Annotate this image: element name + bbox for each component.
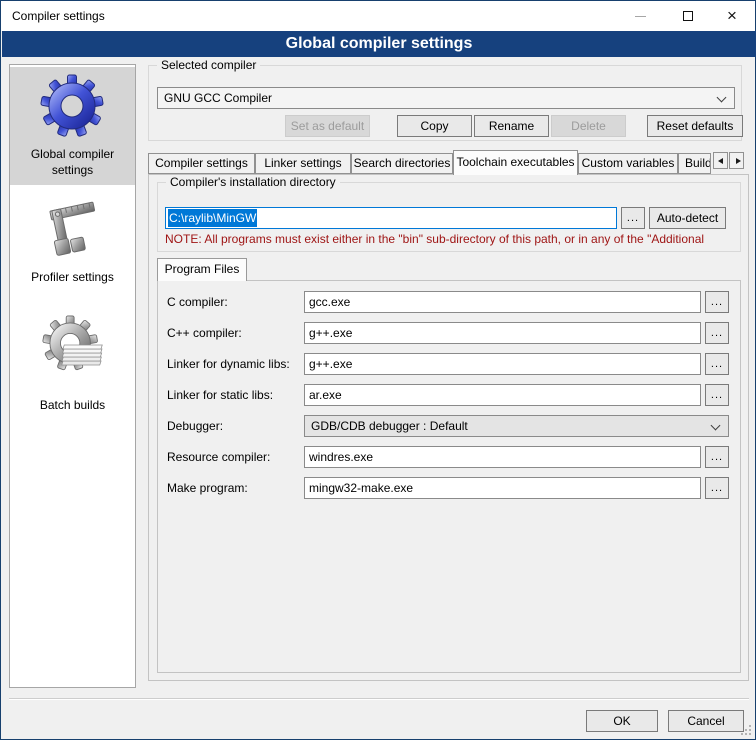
selected-text: C:\raylib\MinGW [168,209,257,227]
caliper-icon [40,197,104,261]
sidebar-item-label: Global compiler settings [10,146,135,178]
make-program-browse-button[interactable]: ... [705,477,729,499]
c-compiler-label: C compiler: [167,295,228,309]
browse-directory-button[interactable]: ... [621,207,645,229]
resize-grip[interactable] [741,725,751,735]
minimize-button[interactable] [623,1,657,31]
delete-button[interactable]: Delete [551,115,626,137]
sidebar-item-global-compiler-settings[interactable]: Global compiler settings [10,67,135,185]
c-compiler-input[interactable] [304,291,701,313]
arrow-left-icon [718,158,723,164]
compiler-settings-dialog: Compiler settings × Global compiler sett… [0,0,756,740]
close-icon: × [715,1,749,31]
window-title: Compiler settings [12,9,105,23]
chevron-down-icon [717,93,727,103]
installation-directory-group-label: Compiler's installation directory [166,175,340,189]
tab-program-files[interactable]: Program Files [157,258,247,281]
gray-gear-stack-icon [40,315,104,379]
selected-compiler-group-label: Selected compiler [157,58,260,72]
maximize-button[interactable] [671,1,705,31]
page-title: Global compiler settings [2,31,756,57]
rename-button[interactable]: Rename [474,115,549,137]
debugger-select[interactable]: GDB/CDB debugger : Default [304,415,729,437]
close-button[interactable]: × [715,1,749,31]
tab-custom-variables[interactable]: Custom variables [578,153,678,174]
linker-dynamic-label: Linker for dynamic libs: [167,357,290,371]
chevron-down-icon [711,421,721,431]
sidebar-item-label: Profiler settings [10,269,135,285]
resource-compiler-input[interactable] [304,446,701,468]
note-text: NOTE: All programs must exist either in … [165,232,739,246]
sidebar-item-batch-builds[interactable]: Batch builds [10,311,135,421]
sidebar-item-label: Batch builds [10,397,135,413]
compiler-select-value: GNU GCC Compiler [164,91,272,105]
tab-toolchain-executables[interactable]: Toolchain executables [453,150,578,175]
settings-sidebar: Global compiler settings [9,64,136,688]
set-as-default-button[interactable]: Set as default [285,115,370,137]
tab-linker-settings[interactable]: Linker settings [255,153,351,174]
arrow-right-icon [736,158,741,164]
cpp-compiler-browse-button[interactable]: ... [705,322,729,344]
linker-static-label: Linker for static libs: [167,388,273,402]
minimize-icon [635,16,646,17]
make-program-input[interactable] [304,477,701,499]
tab-scroll-right-button[interactable] [729,152,744,169]
selected-compiler-group: Selected compiler GNU GCC Compiler Set a… [148,65,742,141]
maximize-icon [683,11,693,21]
copy-button[interactable]: Copy [397,115,472,137]
make-program-label: Make program: [167,481,248,495]
cpp-compiler-label: C++ compiler: [167,326,242,340]
tab-scroll-left-button[interactable] [713,152,728,169]
tab-build-options[interactable]: Build options [678,153,711,174]
titlebar: Compiler settings × [1,1,755,31]
resource-compiler-browse-button[interactable]: ... [705,446,729,468]
sidebar-item-profiler-settings[interactable]: Profiler settings [10,193,135,293]
tab-search-directories[interactable]: Search directories [351,153,453,174]
ok-button[interactable]: OK [586,710,658,732]
auto-detect-button[interactable]: Auto-detect [649,207,726,229]
resource-compiler-label: Resource compiler: [167,450,270,464]
c-compiler-browse-button[interactable]: ... [705,291,729,313]
debugger-select-value: GDB/CDB debugger : Default [311,419,468,433]
cpp-compiler-input[interactable] [304,322,701,344]
linker-static-browse-button[interactable]: ... [705,384,729,406]
linker-dynamic-input[interactable] [304,353,701,375]
linker-dynamic-browse-button[interactable]: ... [705,353,729,375]
debugger-label: Debugger: [167,419,223,433]
blue-gear-icon [40,74,104,138]
reset-defaults-button[interactable]: Reset defaults [647,115,743,137]
compiler-select[interactable]: GNU GCC Compiler [157,87,735,109]
linker-static-input[interactable] [304,384,701,406]
tab-compiler-settings[interactable]: Compiler settings [148,153,255,174]
footer-divider [9,698,749,700]
installation-directory-input[interactable]: C:\raylib\MinGW [165,207,617,229]
cancel-button[interactable]: Cancel [668,710,744,732]
